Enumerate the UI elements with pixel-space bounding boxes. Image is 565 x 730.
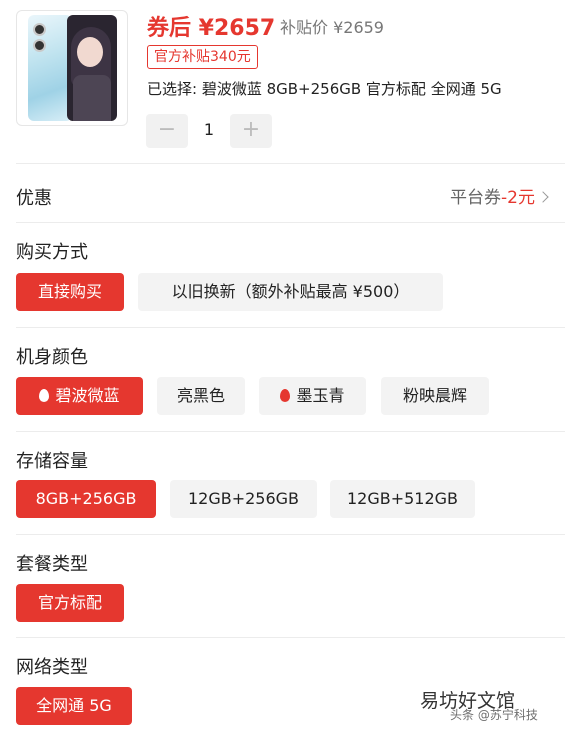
- phone-back-image: [28, 15, 72, 121]
- package-title: 套餐类型: [16, 554, 88, 575]
- option-color-black[interactable]: 亮黑色: [157, 377, 245, 415]
- quantity-increase-button[interactable]: +: [230, 114, 272, 148]
- divider: [16, 222, 565, 223]
- option-color-blue[interactable]: 碧波微蓝: [16, 377, 143, 415]
- option-label: 墨玉青: [296, 386, 345, 405]
- storage-title: 存储容量: [16, 451, 88, 472]
- option-trade-in[interactable]: 以旧换新（额外补贴最高 ¥500）: [138, 273, 443, 311]
- option-direct-purchase[interactable]: 直接购买: [16, 273, 124, 311]
- divider: [16, 637, 565, 638]
- hot-flame-icon: [39, 389, 50, 402]
- coupon-selector[interactable]: 平台券-2元: [450, 183, 549, 208]
- hot-flame-icon: [280, 389, 291, 402]
- camera-icon: [33, 39, 46, 52]
- color-title: 机身颜色: [16, 347, 88, 368]
- purchase-method-title: 购买方式: [16, 242, 88, 263]
- divider: [16, 534, 565, 535]
- wallpaper-body: [73, 75, 111, 121]
- subsidy-badge: 官方补贴340元: [147, 45, 258, 69]
- chevron-right-icon: [537, 191, 549, 203]
- network-title: 网络类型: [16, 657, 88, 678]
- option-color-green[interactable]: 墨玉青: [259, 377, 366, 415]
- quantity-value[interactable]: 1: [196, 120, 222, 139]
- option-storage-12-512[interactable]: 12GB+512GB: [330, 480, 475, 518]
- coupon-label: 平台券: [450, 188, 502, 208]
- price-after-coupon: 券后 ¥2657: [147, 16, 276, 41]
- coupon-amount: -2元: [501, 188, 535, 208]
- option-network-5g[interactable]: 全网通 5G: [16, 687, 132, 725]
- option-storage-12-256[interactable]: 12GB+256GB: [170, 480, 317, 518]
- product-header: 券后 ¥2657 补贴价 ¥2659 官方补贴340元 已选择: 碧波微蓝 8G…: [0, 0, 565, 162]
- camera-icon: [33, 23, 46, 36]
- phone-front-image: [67, 15, 117, 121]
- watermark-sub: 头条 @苏宁科技: [450, 708, 538, 722]
- option-color-pink[interactable]: 粉映晨辉: [381, 377, 489, 415]
- product-thumbnail[interactable]: [16, 10, 128, 126]
- selected-summary: 已选择: 碧波微蓝 8GB+256GB 官方标配 全网通 5G: [147, 80, 502, 98]
- option-package-standard[interactable]: 官方标配: [16, 584, 124, 622]
- divider: [16, 327, 565, 328]
- divider: [16, 431, 565, 432]
- quantity-decrease-button[interactable]: −: [146, 114, 188, 148]
- option-label: 碧波微蓝: [55, 386, 120, 405]
- wallpaper-face: [77, 37, 103, 67]
- divider: [16, 163, 565, 164]
- subsidy-price: 补贴价 ¥2659: [280, 18, 384, 37]
- option-storage-8-256[interactable]: 8GB+256GB: [16, 480, 156, 518]
- coupon-title: 优惠: [16, 188, 52, 209]
